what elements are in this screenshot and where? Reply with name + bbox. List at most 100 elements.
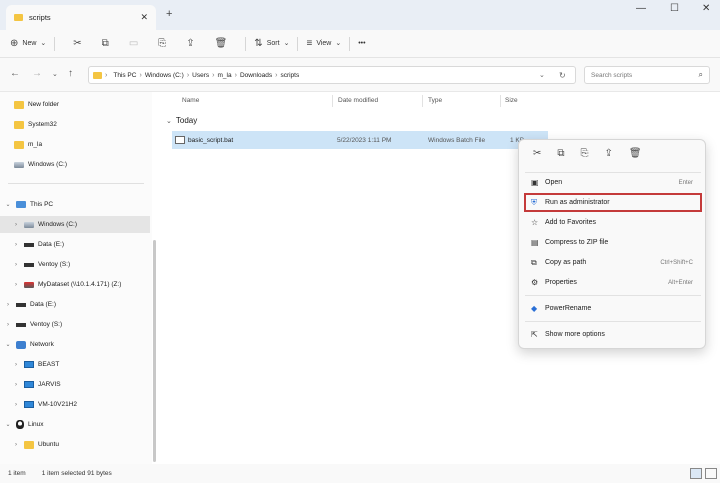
chevron-right-icon[interactable]: › bbox=[12, 402, 20, 408]
column-divider[interactable] bbox=[332, 95, 333, 107]
sidebar-item-jarvis[interactable]: › JARVIS bbox=[12, 376, 61, 393]
sidebar-item-new-folder[interactable]: New folder bbox=[14, 96, 59, 113]
share-icon[interactable]: ⇪ bbox=[186, 38, 194, 49]
column-header-date[interactable]: Date modified bbox=[338, 97, 378, 104]
sidebar-item-label: Network bbox=[30, 341, 54, 348]
up-arrow-icon[interactable]: ↑ bbox=[68, 68, 73, 79]
copy-icon[interactable]: ⧉ bbox=[102, 38, 109, 49]
chevron-right-icon[interactable]: › bbox=[4, 322, 12, 328]
address-dropdown-icon[interactable]: ⌄ bbox=[539, 71, 545, 79]
sidebar-item-data-e-root[interactable]: › Data (E:) bbox=[4, 296, 56, 313]
sidebar-item-windows-c[interactable]: › Windows (C:) bbox=[0, 216, 150, 233]
menu-item-powerrename[interactable]: ◆ PowerRename bbox=[525, 300, 701, 317]
breadcrumb-m-la[interactable]: m_la bbox=[218, 72, 232, 79]
tab-scripts[interactable]: scripts ✕ bbox=[6, 5, 156, 30]
rename-icon[interactable]: ⎘ bbox=[158, 38, 166, 49]
sidebar-scrollbar[interactable] bbox=[153, 240, 156, 462]
breadcrumb-this-pc[interactable]: This PC bbox=[113, 72, 136, 79]
tab-title: scripts bbox=[29, 13, 51, 22]
share-icon[interactable]: ⇪ bbox=[605, 148, 613, 159]
group-header-today[interactable]: ⌄ Today bbox=[166, 116, 197, 125]
column-header-name[interactable]: Name bbox=[182, 97, 199, 104]
menu-item-run-as-administrator[interactable]: ⛨ Run as administrator bbox=[524, 193, 702, 212]
column-divider[interactable] bbox=[422, 95, 423, 107]
sidebar-item-network[interactable]: ⌄ Network bbox=[4, 336, 54, 353]
delete-icon[interactable]: 🗑 bbox=[629, 148, 642, 159]
context-menu: ✂ ⧉ ⎘ ⇪ 🗑 ▣ Open Enter ⛨ Run as administ… bbox=[518, 139, 706, 349]
copy-icon[interactable]: ⧉ bbox=[557, 148, 564, 159]
breadcrumb-users[interactable]: Users bbox=[192, 72, 209, 79]
chevron-right-icon[interactable]: › bbox=[12, 382, 20, 388]
more-options-button[interactable]: ••• bbox=[358, 40, 365, 47]
view-button[interactable]: ≡ View ⌄ bbox=[306, 38, 341, 49]
rename-icon[interactable]: ⎘ bbox=[581, 148, 589, 159]
drive-icon bbox=[24, 262, 34, 267]
computer-icon bbox=[16, 201, 26, 208]
monitor-icon bbox=[24, 381, 34, 388]
tab-close-icon[interactable]: ✕ bbox=[140, 12, 148, 23]
minimize-button[interactable]: — bbox=[636, 3, 646, 14]
refresh-icon[interactable]: ↻ bbox=[559, 71, 566, 80]
sidebar-item-data-e[interactable]: › Data (E:) bbox=[12, 236, 64, 253]
chevron-right-icon[interactable]: › bbox=[12, 282, 20, 288]
column-divider[interactable] bbox=[500, 95, 501, 107]
chevron-right-icon[interactable]: › bbox=[4, 302, 12, 308]
forward-arrow-icon[interactable]: → bbox=[32, 68, 42, 79]
maximize-button[interactable]: ☐ bbox=[670, 3, 679, 14]
column-header-size[interactable]: Size bbox=[505, 97, 518, 104]
sidebar-item-vm-10v21h2[interactable]: › VM-10V21H2 bbox=[12, 396, 77, 413]
sidebar-item-mydataset-z[interactable]: › MyDataset (\\10.1.4.171) (Z:) bbox=[12, 276, 121, 293]
sidebar-item-m-la[interactable]: m_la bbox=[14, 136, 42, 153]
new-button[interactable]: ⊕ New ⌄ bbox=[10, 38, 46, 49]
tiles-view-icon[interactable] bbox=[705, 468, 717, 479]
file-row-basic-script[interactable]: basic_script.bat 5/22/2023 1:11 PM Windo… bbox=[172, 131, 548, 149]
sidebar-item-system32[interactable]: System32 bbox=[14, 116, 57, 133]
chevron-down-icon[interactable]: ⌄ bbox=[4, 341, 12, 348]
breadcrumb-windows-c[interactable]: Windows (C:) bbox=[145, 72, 184, 79]
sidebar-item-ubuntu[interactable]: › Ubuntu bbox=[12, 436, 59, 453]
address-bar[interactable]: › This PC › Windows (C:) › Users › m_la … bbox=[88, 66, 576, 84]
sort-button[interactable]: ⇅ Sort ⌄ bbox=[254, 38, 289, 49]
menu-item-compress-zip[interactable]: ▤ Compress to ZIP file bbox=[525, 234, 701, 251]
command-bar: ⊕ New ⌄ ✂ ⧉ ▭ ⎘ ⇪ 🗑 ⇅ Sort ⌄ ≡ View ⌄ ••… bbox=[0, 30, 720, 58]
menu-item-show-more-options[interactable]: ⇱ Show more options bbox=[525, 326, 701, 343]
sidebar-item-windows-c-quick[interactable]: Windows (C:) bbox=[14, 156, 67, 173]
menu-item-add-to-favorites[interactable]: ☆ Add to Favorites bbox=[525, 214, 701, 231]
sidebar-item-label: JARVIS bbox=[38, 381, 61, 388]
delete-icon[interactable]: 🗑 bbox=[215, 38, 228, 49]
breadcrumb-downloads[interactable]: Downloads bbox=[240, 72, 272, 79]
back-arrow-icon[interactable]: ← bbox=[10, 68, 20, 79]
sidebar-item-label: Data (E:) bbox=[38, 241, 65, 248]
chevron-right-icon[interactable]: › bbox=[12, 222, 20, 228]
sidebar-item-beast[interactable]: › BEAST bbox=[12, 356, 59, 373]
chevron-right-icon[interactable]: › bbox=[12, 362, 20, 368]
chevron-right-icon[interactable]: › bbox=[12, 442, 20, 448]
cut-icon[interactable]: ✂ bbox=[533, 148, 541, 159]
chevron-down-icon[interactable]: ⌄ bbox=[4, 201, 12, 208]
recent-chevron-icon[interactable]: ⌄ bbox=[52, 70, 58, 78]
details-view-icon[interactable] bbox=[690, 468, 702, 479]
column-header-type[interactable]: Type bbox=[428, 97, 442, 104]
admin-shield-icon: ⛨ bbox=[531, 197, 537, 207]
status-bar: 1 item 1 item selected 91 bytes bbox=[0, 464, 720, 483]
chevron-right-icon[interactable]: › bbox=[12, 262, 20, 268]
paste-icon[interactable]: ▭ bbox=[129, 38, 138, 49]
search-box[interactable]: Search scripts ⌕ bbox=[584, 66, 710, 84]
new-tab-button[interactable]: + bbox=[166, 8, 172, 20]
chevron-down-icon[interactable]: ⌄ bbox=[4, 421, 12, 428]
sidebar-item-linux[interactable]: ⌄ Linux bbox=[4, 416, 44, 433]
close-window-button[interactable]: ✕ bbox=[702, 3, 710, 14]
chevron-right-icon[interactable]: › bbox=[12, 242, 20, 248]
sidebar-item-ventoy-s-root[interactable]: › Ventoy (S:) bbox=[4, 316, 62, 333]
network-icon bbox=[16, 340, 26, 349]
search-placeholder: Search scripts bbox=[591, 71, 633, 79]
navigation-pane: New folder System32 m_la Windows (C:) ⌄ … bbox=[0, 92, 152, 464]
menu-item-properties[interactable]: ⚙ Properties Alt+Enter bbox=[525, 274, 701, 291]
breadcrumb-scripts[interactable]: scripts bbox=[280, 72, 299, 79]
sidebar-item-label: New folder bbox=[28, 101, 60, 108]
menu-item-open[interactable]: ▣ Open Enter bbox=[525, 174, 701, 191]
sidebar-item-ventoy-s[interactable]: › Ventoy (S:) bbox=[12, 256, 70, 273]
cut-icon[interactable]: ✂ bbox=[73, 38, 81, 49]
menu-item-copy-as-path[interactable]: ⧉ Copy as path Ctrl+Shift+C bbox=[525, 254, 701, 271]
sidebar-item-this-pc[interactable]: ⌄ This PC bbox=[4, 196, 53, 213]
